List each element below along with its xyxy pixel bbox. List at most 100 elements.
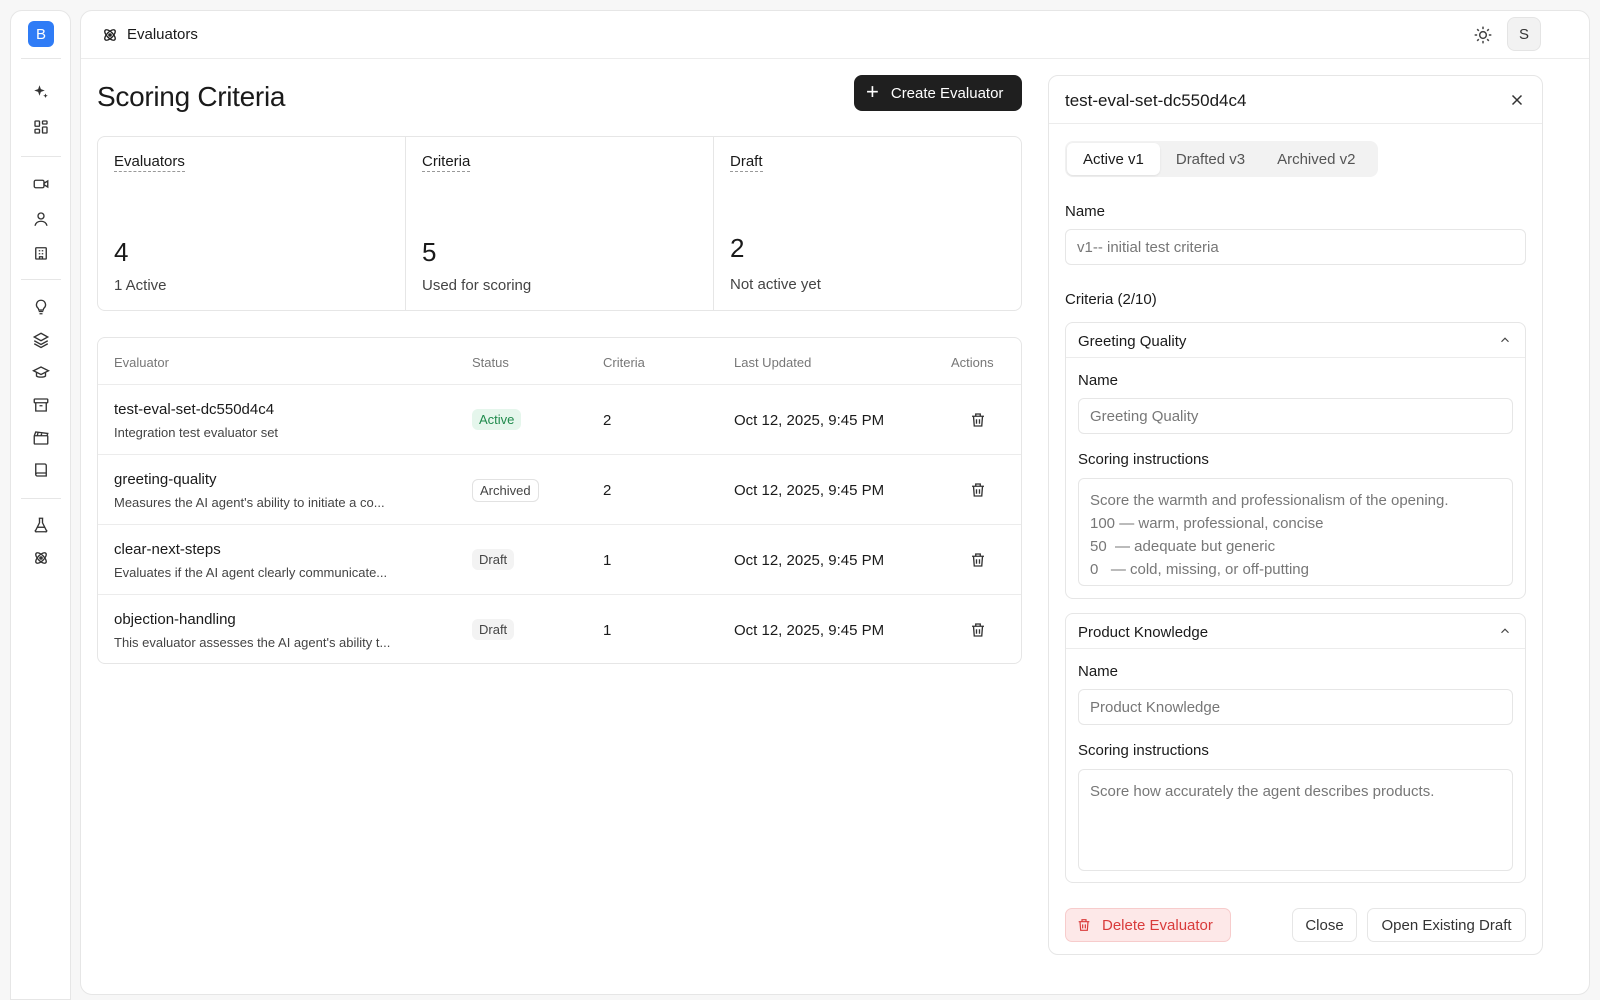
trash-icon[interactable] bbox=[969, 620, 987, 640]
stat-criteria: Criteria 5 Used for scoring bbox=[406, 137, 714, 310]
criteria-count: 1 bbox=[603, 552, 612, 569]
trash-icon bbox=[1078, 919, 1090, 931]
panel-title: test-eval-set-dc550d4c4 bbox=[1065, 91, 1247, 110]
main-panel: Evaluators S Scoring Criteria + Create E… bbox=[80, 10, 1590, 995]
column-criteria: Criteria bbox=[603, 355, 645, 370]
name-label: Name bbox=[1065, 203, 1106, 220]
chevron-up-icon[interactable] bbox=[1498, 333, 1512, 347]
criterion-title: Greeting Quality bbox=[1078, 333, 1187, 350]
tab-archived-v2[interactable]: Archived v2 bbox=[1261, 143, 1371, 175]
delete-evaluator-button[interactable]: Delete Evaluator bbox=[1065, 908, 1231, 942]
sidebar-divider bbox=[21, 58, 61, 59]
sidebar-divider bbox=[21, 156, 61, 157]
building-icon[interactable] bbox=[31, 243, 51, 263]
tab-active-v1[interactable]: Active v1 bbox=[1067, 143, 1160, 175]
last-updated: Oct 12, 2025, 9:45 PM bbox=[734, 622, 885, 639]
criteria-label: Criteria (2/10) bbox=[1065, 291, 1157, 308]
criterion-name-input[interactable]: Greeting Quality bbox=[1078, 398, 1513, 434]
criteria-count: 2 bbox=[603, 482, 612, 499]
criteria-count: 1 bbox=[603, 622, 612, 639]
stat-value: 2 bbox=[730, 233, 745, 263]
chevron-up-icon[interactable] bbox=[1498, 624, 1512, 638]
scoring-instructions-textarea[interactable]: Score how accurately the agent describes… bbox=[1078, 769, 1513, 871]
criterion-name-label: Name bbox=[1078, 663, 1119, 680]
status-badge: Draft bbox=[472, 549, 515, 570]
stat-sub: 1 Active bbox=[114, 277, 167, 294]
criterion-card: Greeting Quality Name Greeting Quality S… bbox=[1065, 322, 1526, 599]
stat-label[interactable]: Criteria bbox=[422, 153, 471, 172]
app-logo[interactable]: B bbox=[28, 21, 54, 47]
column-evaluator: Evaluator bbox=[114, 355, 169, 370]
stat-evaluators: Evaluators 4 1 Active bbox=[98, 137, 406, 310]
stat-sub: Not active yet bbox=[730, 276, 821, 293]
graduation-cap-icon[interactable] bbox=[31, 363, 51, 383]
scoring-instructions-label: Scoring instructions bbox=[1078, 451, 1209, 468]
trash-icon[interactable] bbox=[969, 410, 987, 430]
table-row[interactable]: objection-handling This evaluator assess… bbox=[98, 595, 1021, 665]
stat-value: 4 bbox=[114, 237, 129, 267]
evaluators-icon bbox=[101, 26, 119, 44]
evaluator-description: Integration test evaluator set bbox=[114, 425, 279, 440]
criterion-title: Product Knowledge bbox=[1078, 624, 1209, 641]
evaluators-icon[interactable] bbox=[31, 548, 51, 568]
table-header: Evaluator Status Criteria Last Updated A… bbox=[98, 338, 1021, 385]
last-updated: Oct 12, 2025, 9:45 PM bbox=[734, 552, 885, 569]
sun-icon[interactable] bbox=[1473, 25, 1493, 45]
scoring-instructions-textarea[interactable]: Score the warmth and professionalism of … bbox=[1078, 478, 1513, 586]
stat-sub: Used for scoring bbox=[422, 277, 532, 294]
status-badge: Archived bbox=[472, 479, 539, 502]
table-row[interactable]: clear-next-steps Evaluates if the AI age… bbox=[98, 525, 1021, 595]
criterion-name-input[interactable]: Product Knowledge bbox=[1078, 689, 1513, 725]
column-status: Status bbox=[472, 355, 509, 370]
plus-icon: + bbox=[866, 79, 879, 104]
trash-icon[interactable] bbox=[969, 480, 987, 500]
evaluator-description: This evaluator assesses the AI agent's a… bbox=[114, 635, 391, 650]
dashboard-icon[interactable] bbox=[31, 117, 51, 137]
topbar: Evaluators S bbox=[81, 11, 1589, 59]
column-actions: Actions bbox=[951, 355, 994, 370]
table-row[interactable]: greeting-quality Measures the AI agent's… bbox=[98, 455, 1021, 525]
create-evaluator-button[interactable]: + Create Evaluator bbox=[854, 75, 1022, 111]
sidebar: B bbox=[10, 10, 71, 1000]
table-row[interactable]: test-eval-set-dc550d4c4 Integration test… bbox=[98, 385, 1021, 455]
sidebar-divider bbox=[21, 279, 61, 280]
version-tabs: Active v1 Drafted v3 Archived v2 bbox=[1065, 141, 1378, 177]
criterion-card: Product Knowledge Name Product Knowledge… bbox=[1065, 613, 1526, 883]
video-icon[interactable] bbox=[31, 174, 51, 194]
stat-label[interactable]: Draft bbox=[730, 153, 763, 172]
stat-label[interactable]: Evaluators bbox=[114, 153, 185, 172]
evaluator-description: Measures the AI agent's ability to initi… bbox=[114, 495, 385, 510]
evaluators-table: Evaluator Status Criteria Last Updated A… bbox=[97, 337, 1022, 664]
criterion-header[interactable]: Greeting Quality bbox=[1066, 323, 1525, 358]
trash-icon[interactable] bbox=[969, 550, 987, 570]
page-breadcrumb: Evaluators bbox=[127, 26, 198, 43]
criteria-count: 2 bbox=[603, 412, 612, 429]
scoring-instructions-label: Scoring instructions bbox=[1078, 742, 1209, 759]
lightbulb-icon[interactable] bbox=[31, 297, 51, 317]
layers-icon[interactable] bbox=[31, 330, 51, 350]
clapperboard-icon[interactable] bbox=[31, 428, 51, 448]
avatar[interactable]: S bbox=[1507, 17, 1541, 51]
close-button[interactable]: Close bbox=[1292, 908, 1357, 942]
book-icon[interactable] bbox=[31, 460, 51, 480]
evaluator-name: objection-handling bbox=[114, 611, 236, 628]
evaluator-name: clear-next-steps bbox=[114, 541, 221, 558]
stat-value: 5 bbox=[422, 237, 437, 267]
sparkles-icon[interactable] bbox=[31, 82, 51, 102]
sidebar-divider bbox=[21, 498, 61, 499]
evaluator-name: test-eval-set-dc550d4c4 bbox=[114, 401, 275, 418]
open-existing-draft-button[interactable]: Open Existing Draft bbox=[1367, 908, 1526, 942]
evaluator-detail-panel: test-eval-set-dc550d4c4 Active v1 Drafte… bbox=[1048, 75, 1543, 955]
flask-icon[interactable] bbox=[31, 515, 51, 535]
user-icon[interactable] bbox=[31, 209, 51, 229]
archive-icon[interactable] bbox=[31, 395, 51, 415]
evaluator-name: greeting-quality bbox=[114, 471, 217, 488]
version-name-input[interactable]: v1-- initial test criteria bbox=[1065, 229, 1526, 265]
status-badge: Draft bbox=[472, 619, 515, 640]
tab-drafted-v3[interactable]: Drafted v3 bbox=[1160, 143, 1261, 175]
stats-card: Evaluators 4 1 Active Criteria 5 Used fo… bbox=[97, 136, 1022, 311]
last-updated: Oct 12, 2025, 9:45 PM bbox=[734, 482, 885, 499]
criterion-header[interactable]: Product Knowledge bbox=[1066, 614, 1525, 649]
last-updated: Oct 12, 2025, 9:45 PM bbox=[734, 412, 885, 429]
close-icon[interactable] bbox=[1508, 91, 1526, 109]
